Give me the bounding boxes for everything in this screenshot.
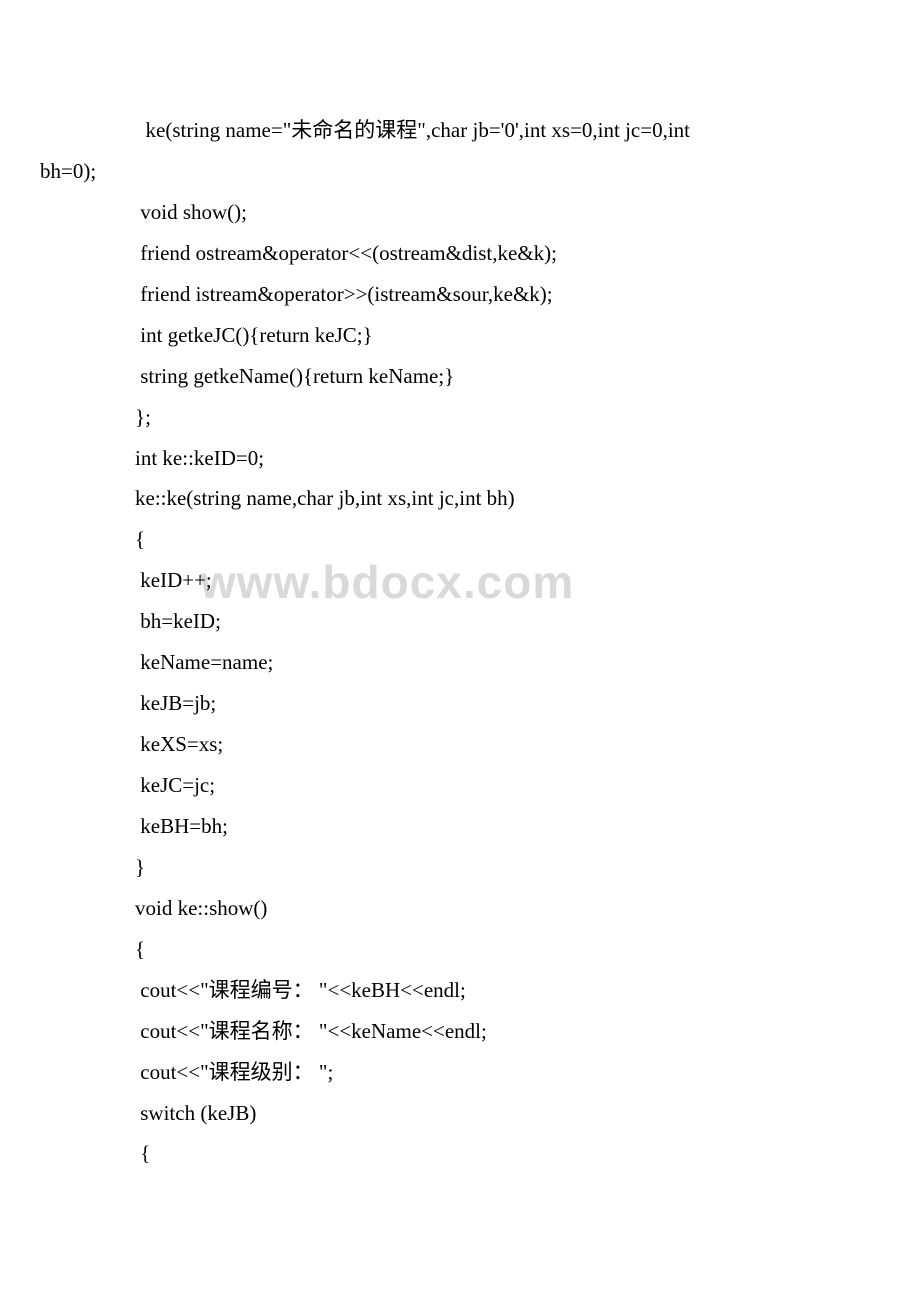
code-line: friend ostream&operator<<(ostream&dist,k… — [40, 233, 880, 274]
code-line: keName=name; — [40, 642, 880, 683]
code-line: keID++; — [40, 560, 880, 601]
code-line: { — [40, 519, 880, 560]
code-line: friend istream&operator>>(istream&sour,k… — [40, 274, 880, 315]
code-line: void show(); — [40, 192, 880, 233]
code-line: keBH=bh; — [40, 806, 880, 847]
code-line: cout<<"课程名称： "<<keName<<endl; — [40, 1011, 880, 1052]
code-line: ke(string name="未命名的课程",char jb='0',int … — [40, 110, 880, 151]
code-line: cout<<"课程级别： "; — [40, 1052, 880, 1093]
code-line: keJB=jb; — [40, 683, 880, 724]
code-content: ke(string name="未命名的课程",char jb='0',int … — [40, 110, 880, 1174]
code-line: bh=0); — [40, 151, 880, 192]
code-line: int ke::keID=0; — [40, 438, 880, 479]
code-line: cout<<"课程编号： "<<keBH<<endl; — [40, 970, 880, 1011]
code-line: void ke::show() — [40, 888, 880, 929]
document-page: www.bdocx.com ke(string name="未命名的课程",ch… — [0, 0, 920, 1234]
code-line: bh=keID; — [40, 601, 880, 642]
code-line: { — [40, 1133, 880, 1174]
code-line: string getkeName(){return keName;} — [40, 356, 880, 397]
code-line: }; — [40, 397, 880, 438]
code-line: int getkeJC(){return keJC;} — [40, 315, 880, 356]
code-line: ke::ke(string name,char jb,int xs,int jc… — [40, 478, 880, 519]
code-line: { — [40, 929, 880, 970]
code-line: switch (keJB) — [40, 1093, 880, 1134]
code-line: keXS=xs; — [40, 724, 880, 765]
code-line: keJC=jc; — [40, 765, 880, 806]
code-line: } — [40, 847, 880, 888]
